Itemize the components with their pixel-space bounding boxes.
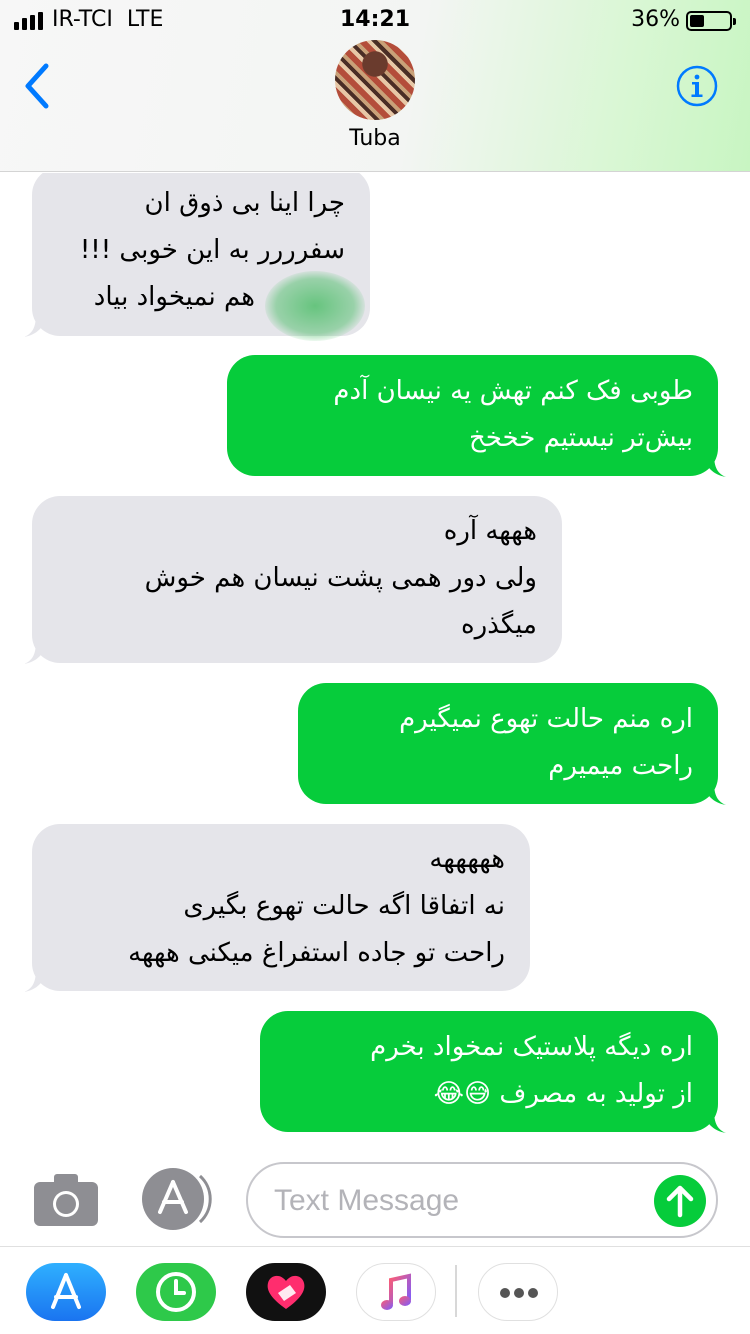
- message-line: هههههه: [429, 844, 505, 874]
- bubble-tail: [24, 313, 46, 337]
- message-line: بیش‌تر نیستیم خخخخ: [468, 423, 693, 453]
- bubble-tail: [24, 968, 46, 992]
- bubble-tail: [704, 453, 726, 477]
- app-store-icon: [51, 1273, 81, 1309]
- apps-button[interactable]: [140, 1168, 212, 1230]
- message-bubble-outgoing[interactable]: طوبی فک کنم تهش یه نیسان آدم بیش‌تر نیست…: [227, 355, 726, 477]
- more-apps-button[interactable]: [478, 1263, 558, 1321]
- status-bar: IR-TCI LTE 14:21 36%: [0, 0, 750, 40]
- ellipsis-icon: [500, 1288, 538, 1298]
- digital-touch-app[interactable]: [246, 1263, 326, 1321]
- bubble-tail: [704, 781, 726, 805]
- battery-icon: [686, 11, 736, 31]
- send-button[interactable]: [654, 1175, 706, 1227]
- contact-name[interactable]: Tuba: [0, 126, 750, 151]
- app-store-icon: [142, 1168, 212, 1230]
- back-button[interactable]: [18, 60, 58, 112]
- message-line: نه اتفاقا اگه حالت تهوع بگیری: [183, 891, 505, 921]
- message-line: طوبی فک کنم تهش یه نیسان آدم: [333, 376, 693, 406]
- message-composer[interactable]: [246, 1162, 718, 1238]
- camera-icon: [34, 1174, 98, 1226]
- music-note-icon: [381, 1273, 411, 1310]
- message-line: میگذره: [461, 610, 537, 640]
- message-line: راحت میمیرم: [548, 751, 693, 781]
- app-store-app[interactable]: [26, 1263, 106, 1321]
- music-app[interactable]: [356, 1263, 436, 1321]
- arrow-up-icon: [666, 1185, 694, 1218]
- message-line: چرا اینا بی ذوق ان: [144, 188, 345, 218]
- redaction-scribble: [265, 271, 365, 341]
- message-bubble-outgoing[interactable]: اره دیگه پلاستیک نمخواد بخرم از تولید به…: [260, 1011, 726, 1133]
- message-line: ولی دور همی پشت نیسان هم خوش: [144, 563, 537, 593]
- conversation-header: IR-TCI LTE 14:21 36% Tuba: [0, 0, 750, 172]
- message-line: هههه آره: [443, 516, 537, 546]
- chevron-left-icon: [25, 63, 49, 109]
- message-line: سفرررر به این خوبی !!!: [79, 235, 345, 265]
- contact-avatar[interactable]: [335, 40, 415, 120]
- message-bubble-incoming[interactable]: هههههه نه اتفاقا اگه حالت تهوع بگیری راح…: [24, 824, 530, 992]
- message-thread[interactable]: چرا اینا بی ذوق ان سفرررر به این خوبی !!…: [0, 173, 750, 1148]
- message-line: راحت تو جاده استفراغ میکنی هههه: [128, 938, 505, 968]
- info-button[interactable]: [676, 65, 718, 107]
- bubble-tail: [704, 1109, 726, 1133]
- message-input[interactable]: [274, 1180, 644, 1222]
- heart-icon: [267, 1275, 305, 1309]
- activity-app[interactable]: [136, 1263, 216, 1321]
- camera-button[interactable]: [32, 1170, 100, 1228]
- message-line: اره دیگه پلاستیک نمخواد بخرم: [370, 1032, 693, 1062]
- battery-percent: 36%: [631, 7, 680, 32]
- app-drawer: [0, 1246, 750, 1334]
- message-bubble-incoming[interactable]: هههه آره ولی دور همی پشت نیسان هم خوش می…: [24, 496, 562, 664]
- clock-icon: [156, 1272, 196, 1312]
- message-line: اره منم حالت تهوع نمیگیرم: [399, 704, 693, 734]
- message-line: از تولید به مصرف 😅😂: [433, 1079, 693, 1109]
- message-bubble-outgoing[interactable]: اره منم حالت تهوع نمیگیرم راحت میمیرم: [298, 683, 726, 805]
- drawer-divider: [455, 1265, 457, 1317]
- info-icon: [676, 65, 718, 107]
- bubble-tail: [24, 640, 46, 664]
